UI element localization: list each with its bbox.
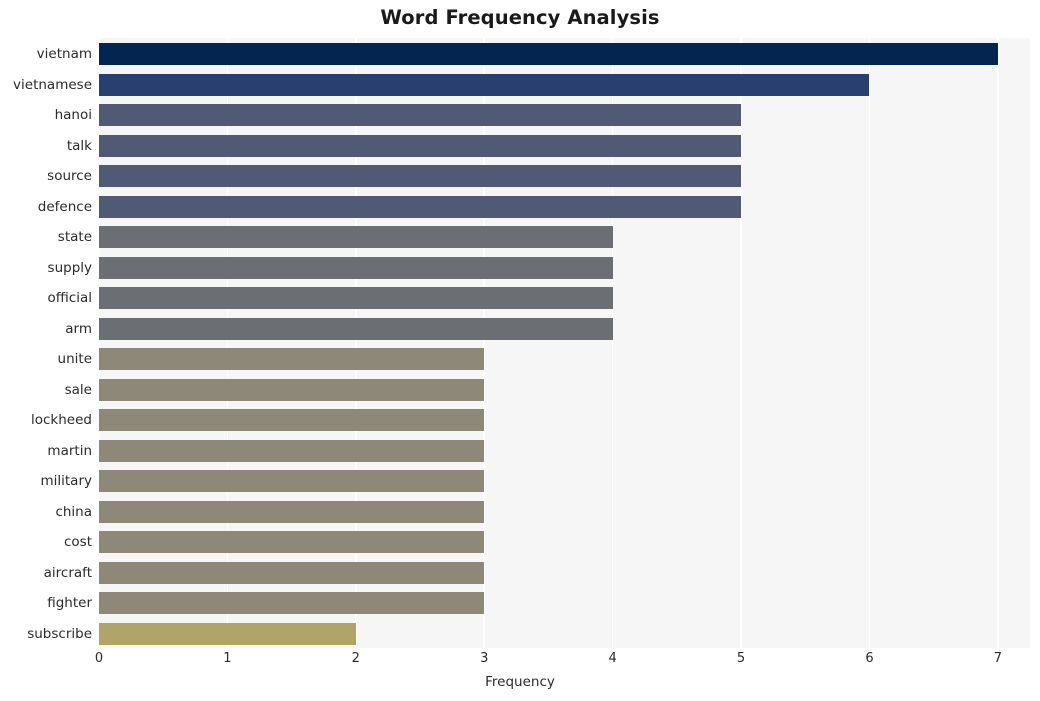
gridline-x-0 [99,38,100,648]
bar-row [99,73,1030,96]
gridline-x-7 [997,38,999,648]
y-tick-label-defence: defence [37,198,92,215]
gridline-x-5 [740,38,742,648]
y-tick-label-sale: sale [64,381,92,398]
y-tick-label-vietnam: vietnam [36,46,92,63]
plot-area [99,38,1030,648]
bar-china[interactable] [99,500,485,523]
y-tick-label-vietnamese: vietnamese [13,76,92,93]
bar-arm[interactable] [99,317,613,340]
gridline-x-6 [868,38,871,648]
gridline-x-3 [483,38,486,648]
y-tick-label-subscribe: subscribe [27,625,92,642]
gridline-x-1 [226,38,229,648]
x-tick-label-5: 5 [736,651,746,666]
bar-supply[interactable] [99,256,613,279]
bar-row [99,378,1030,401]
bar-unite[interactable] [99,348,485,371]
bar-row [99,348,1030,371]
bar-sale[interactable] [99,378,485,401]
bar-hanoi[interactable] [99,104,742,127]
bar-row [99,561,1030,584]
y-tick-label-lockheed: lockheed [31,412,92,429]
y-tick-label-hanoi: hanoi [54,107,92,124]
bar-row [99,409,1030,432]
y-tick-label-official: official [47,290,92,307]
y-tick-label-military: military [40,473,92,490]
bar-vietnam[interactable] [99,43,998,66]
y-tick-label-unite: unite [57,351,92,368]
y-tick-label-china: china [55,503,92,520]
bar-lockheed[interactable] [99,409,485,432]
bar-row [99,592,1030,615]
bar-aircraft[interactable] [99,561,485,584]
bar-defence[interactable] [99,195,742,218]
x-tick-label-6: 6 [865,651,874,666]
bar-fighter[interactable] [99,592,485,615]
x-tick-label-1: 1 [223,651,232,666]
bar-row [99,165,1030,188]
gridline-x-2 [355,38,357,648]
bar-official[interactable] [99,287,613,310]
bar-row [99,622,1030,645]
bar-row [99,439,1030,462]
x-tick-label-2: 2 [351,651,360,666]
bar-military[interactable] [99,470,485,493]
y-axis-labels: vietnam vietnamese hanoi talk source defence s… [0,38,92,648]
bar-row [99,317,1030,340]
bar-row [99,470,1030,493]
y-tick-label-arm: arm [65,320,92,337]
bar-cost[interactable] [99,531,485,554]
gridline-x-4 [611,38,614,648]
chart-title: Word Frequency Analysis [380,6,660,29]
bar-row [99,256,1030,279]
word-frequency-bar-chart: Word Frequency Analysis vietnam vietnames… [0,0,1040,701]
y-tick-label-fighter: fighter [47,595,92,612]
bar-row [99,134,1030,157]
bar-source[interactable] [99,165,742,188]
bar-row [99,226,1030,249]
bar-row [99,531,1030,554]
bar-row [99,195,1030,218]
x-axis-title: Frequency [485,674,555,690]
bar-row [99,287,1030,310]
x-axis-ticks: 0 1 2 3 4 5 6 7 [95,648,1030,674]
y-tick-label-martin: martin [47,442,92,459]
bar-row [99,104,1030,127]
x-tick-label-7: 7 [993,651,1003,666]
bar-row [99,43,1030,66]
bar-martin[interactable] [99,439,485,462]
x-tick-label-3: 3 [480,651,489,666]
bar-talk[interactable] [99,134,742,157]
x-tick-label-0: 0 [94,651,104,666]
y-tick-label-cost: cost [63,534,92,551]
bar-row [99,500,1030,523]
y-tick-label-aircraft: aircraft [43,564,92,581]
y-tick-label-source: source [47,168,92,185]
bar-vietnamese[interactable] [99,73,870,96]
bar-subscribe[interactable] [99,622,356,645]
y-tick-label-state: state [57,229,92,246]
bar-state[interactable] [99,226,613,249]
y-tick-label-supply: supply [47,259,92,276]
y-tick-label-talk: talk [66,137,92,154]
x-tick-label-4: 4 [608,651,617,666]
